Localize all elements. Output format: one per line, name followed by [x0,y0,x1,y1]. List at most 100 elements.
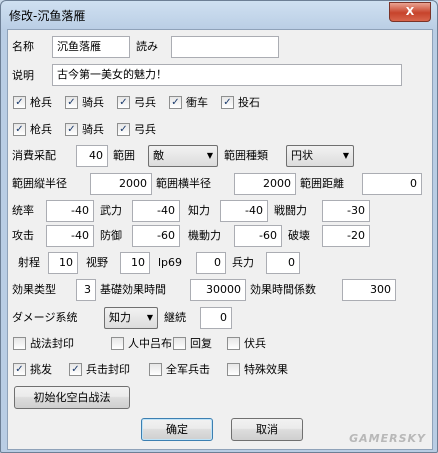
flag-checkbox-provoke[interactable]: ✓ 挑发 [13,362,52,378]
stat-field-mobility[interactable]: -60 [234,225,282,247]
flag-checkbox-ambush[interactable]: 伏兵 [227,336,266,352]
unit-checkbox-archer-2[interactable]: ✓ 弓兵 [117,122,156,138]
checkbox-empty-icon [227,336,240,350]
checkmark-icon: ✓ [13,362,26,376]
base-duration-field[interactable]: 30000 [190,279,246,301]
stat-label-leadership: 统率 [12,204,34,217]
dialog-body: 名称 沉鱼落雁 読み 说明 古今第一美女的魅力！ ✓ 枪兵 ✓ 骑兵 ✓ 弓兵 ✓ 衝车… [7,29,433,450]
flag-checkbox-lubu[interactable]: 人中吕布 [111,336,172,352]
checkmark-icon: ✓ [13,95,26,109]
stat-field-leadership[interactable]: -40 [46,200,94,222]
cancel-button[interactable]: 取消 [231,418,303,441]
range-type-select[interactable]: 円状 ▼ [286,145,354,167]
vertical-radius-label: 範囲縦半径 [12,177,67,190]
vertical-radius-field[interactable]: 2000 [90,173,152,195]
cost-label: 消費采配 [12,149,56,162]
checkbox-label: 枪兵 [30,123,52,136]
checkmark-icon: ✓ [221,95,234,109]
stat-label-defense: 防御 [100,229,122,242]
chevron-down-icon: ▼ [146,313,153,322]
stat-label-attack: 攻击 [12,229,34,242]
flag-checkbox-recover[interactable]: 回复 [173,336,212,352]
duration-coefficient-label: 効果時間係数 [250,283,316,296]
unit-checkbox-spear-2[interactable]: ✓ 枪兵 [13,122,52,138]
checkbox-label: 骑兵 [82,96,104,109]
dialog-window: 修改-沉鱼落雁 X 名称 沉鱼落雁 読み 说明 古今第一美女的魅力！ ✓ 枪兵 ✓… [0,0,438,453]
stat-field-combat[interactable]: -30 [322,200,370,222]
duration-coefficient-field[interactable]: 300 [342,279,396,301]
misc-field-vision[interactable]: 10 [120,252,150,274]
misc-label-lp69: lp69 [158,256,183,269]
checkmark-icon: ✓ [65,122,78,136]
checkmark-icon: ✓ [65,95,78,109]
checkmark-icon: ✓ [13,122,26,136]
checkbox-label: 兵击封印 [86,363,130,376]
checkbox-empty-icon [111,336,124,350]
checkbox-label: 全军兵击 [166,363,210,376]
stat-field-defense[interactable]: -60 [132,225,180,247]
stat-field-destruction[interactable]: -20 [322,225,370,247]
stat-field-intelligence[interactable]: -40 [220,200,268,222]
checkbox-label: 弓兵 [134,96,156,109]
range-distance-field[interactable]: 0 [362,173,422,195]
stat-label-combat: 戦闘力 [274,204,307,217]
misc-field-lp69[interactable]: 0 [196,252,226,274]
name-field[interactable]: 沉鱼落雁 [52,36,130,58]
range-distance-label: 範囲距離 [300,177,344,190]
init-blank-tactic-button[interactable]: 初始化空白战法 [14,386,130,409]
checkbox-empty-icon [173,336,186,350]
misc-label-vision: 视野 [86,256,108,269]
unit-checkbox-cavalry-1[interactable]: ✓ 骑兵 [65,95,104,111]
unit-checkbox-cavalry-2[interactable]: ✓ 骑兵 [65,122,104,138]
base-duration-label: 基礎効果時間 [100,283,166,296]
continue-label: 継続 [164,311,186,324]
checkbox-label: 投石 [238,96,260,109]
checkbox-label: 枪兵 [30,96,52,109]
stat-label-destruction: 破壊 [288,229,310,242]
cost-field[interactable]: 40 [76,145,108,167]
checkbox-label: 骑兵 [82,123,104,136]
unit-checkbox-catapult[interactable]: ✓ 投石 [221,95,260,111]
description-label: 说明 [12,69,34,82]
stat-field-attack[interactable]: -40 [46,225,94,247]
reading-label: 読み [136,40,158,53]
unit-checkbox-spear-1[interactable]: ✓ 枪兵 [13,95,52,111]
range-type-label: 範囲種類 [224,149,268,162]
title-bar[interactable]: 修改-沉鱼落雁 X [1,1,437,29]
damage-system-select-value: 知力 [109,311,131,324]
stat-label-mobility: 機動力 [188,229,221,242]
name-label: 名称 [12,40,34,53]
horizontal-radius-field[interactable]: 2000 [234,173,296,195]
flag-checkbox-special-effect[interactable]: 特殊效果 [227,362,288,378]
misc-field-range[interactable]: 10 [48,252,78,274]
misc-field-troops[interactable]: 0 [266,252,300,274]
chevron-down-icon: ▼ [342,151,349,160]
close-button[interactable]: X [389,2,431,22]
checkbox-label: 人中吕布 [128,337,172,350]
checkbox-empty-icon [227,362,240,376]
flag-checkbox-all-army[interactable]: 全军兵击 [149,362,210,378]
flag-checkbox-tactic-seal[interactable]: 战法封印 [13,336,74,352]
stat-field-strength[interactable]: -40 [132,200,180,222]
checkbox-label: 挑发 [30,363,52,376]
checkbox-empty-icon [149,362,162,376]
misc-label-troops: 兵力 [232,256,254,269]
continue-field[interactable]: 0 [200,307,232,329]
reading-field[interactable] [171,36,279,58]
damage-system-select[interactable]: 知力 ▼ [104,307,158,329]
horizontal-radius-label: 範囲横半径 [156,177,211,190]
ok-button[interactable]: 确定 [141,418,213,441]
unit-checkbox-archer-1[interactable]: ✓ 弓兵 [117,95,156,111]
misc-label-range: 射程 [18,256,40,269]
checkbox-label: 伏兵 [244,337,266,350]
effect-type-field[interactable]: 3 [76,279,96,301]
description-field[interactable]: 古今第一美女的魅力！ [52,64,402,86]
unit-checkbox-ram[interactable]: ✓ 衝车 [169,95,208,111]
checkmark-icon: ✓ [117,95,130,109]
checkbox-empty-icon [13,336,26,350]
flag-checkbox-troop-seal[interactable]: ✓ 兵击封印 [69,362,130,378]
scope-select[interactable]: 敵 ▼ [148,145,218,167]
checkmark-icon: ✓ [169,95,182,109]
range-type-select-value: 円状 [291,149,313,162]
damage-system-label: ダメージ系统 [12,311,78,324]
